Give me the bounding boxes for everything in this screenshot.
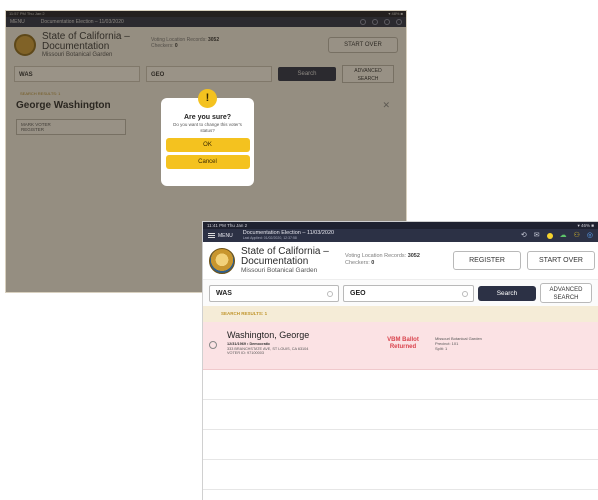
voter-result-row[interactable]: Washington, George 12/31/1969 • Democrat… xyxy=(203,322,598,370)
voter-name: Washington, George xyxy=(227,330,310,340)
first-name-value: GEO xyxy=(350,289,366,297)
menu-button[interactable]: MENU xyxy=(208,233,233,239)
ok-button[interactable]: OK xyxy=(165,138,250,152)
ballot-status-1: VBM Ballot xyxy=(387,337,419,343)
notification-icon[interactable] xyxy=(546,232,553,239)
warning-icon: ! xyxy=(198,89,217,108)
composite-screenshot: 11:57 PM Thu Jan 2 ▾ 48% ■ MENU Document… xyxy=(0,0,598,500)
voter-location: Missouri Botanical Garden Precinct: 101 … xyxy=(435,336,482,351)
first-name-input[interactable]: GEO xyxy=(343,284,474,302)
advanced-label-2: SEARCH xyxy=(553,295,579,301)
location-header: State of California – Documentation Miss… xyxy=(203,242,598,280)
status-bar: 11:41 PM Thu Jan 2 ▾ 46% ■ xyxy=(203,222,598,229)
ballot-status-2: Returned xyxy=(389,344,417,350)
checkins-label: Checkers: xyxy=(345,260,370,266)
search-results-screenshot: 11:41 PM Thu Jan 2 ▾ 46% ■ MENU Document… xyxy=(202,221,598,500)
last-name-value: WAS xyxy=(216,289,232,297)
search-results-count: SEARCH RESULTS: 1 xyxy=(203,306,598,322)
cloud-upload-icon[interactable]: ☁ xyxy=(560,232,567,239)
hamburger-icon xyxy=(208,233,215,238)
empty-row xyxy=(203,370,598,400)
start-over-button[interactable]: START OVER xyxy=(527,251,595,270)
clear-icon[interactable] xyxy=(462,290,468,297)
voter-details: 12/31/1969 • Democratic 333 BRANCHSTATE … xyxy=(227,342,308,356)
status-battery: ▾ 46% ■ xyxy=(577,223,594,228)
election-title: Documentation Election – 11/03/2020 xyxy=(242,229,335,236)
org-title-2: Documentation xyxy=(241,255,309,267)
empty-row xyxy=(203,430,598,460)
election-block: Documentation Election – 11/03/2020 Last… xyxy=(242,229,335,241)
advanced-label-1: ADVANCED xyxy=(549,287,583,293)
toolbar-icons: ⟲ ✉ ☁ ⚇ ◎ xyxy=(521,232,593,239)
select-radio[interactable] xyxy=(209,341,217,349)
last-name-input[interactable]: WAS xyxy=(209,284,339,302)
search-button[interactable]: Search xyxy=(478,285,536,301)
ballot-status-badge: VBM Ballot Returned xyxy=(381,337,425,351)
voter-dob-party: 12/31/1969 • Democratic xyxy=(227,342,271,346)
users-icon[interactable]: ⚇ xyxy=(574,232,580,239)
state-seal-icon xyxy=(209,247,235,274)
empty-row xyxy=(203,400,598,430)
org-block: State of California – Documentation Miss… xyxy=(241,245,329,275)
voting-location-stats: Voting Location Records: 3052 Checkers: … xyxy=(345,253,420,267)
sync-icon[interactable]: ⟲ xyxy=(521,232,527,239)
dialog-title: Are you sure? xyxy=(183,114,232,121)
empty-row xyxy=(203,460,598,490)
records-value: 3052 xyxy=(407,253,420,259)
advanced-search-button[interactable]: ADVANCED SEARCH xyxy=(540,283,592,303)
dialog-message: Do you want to change this voter's statu… xyxy=(173,122,242,133)
last-synced: Last Applied: 01/02/2020, 12:37:58 xyxy=(242,236,297,241)
settings-icon[interactable]: ◎ xyxy=(587,232,593,239)
records-label: Voting Location Records: xyxy=(345,253,407,259)
confirm-dialog: ! Are you sure? Do you want to change th… xyxy=(161,89,254,186)
cancel-button[interactable]: Cancel xyxy=(165,155,250,169)
voter-id: VOTER ID: 97100003 xyxy=(227,351,264,356)
top-bar: MENU Documentation Election – 11/03/2020… xyxy=(203,229,598,242)
clear-icon[interactable] xyxy=(327,290,333,297)
menu-label: MENU xyxy=(218,232,233,239)
search-row: WAS GEO Search ADVANCED SEARCH xyxy=(203,280,598,306)
org-subtitle: Missouri Botanical Garden xyxy=(241,266,318,274)
split: Split: 1 xyxy=(435,346,448,351)
register-button[interactable]: REGISTER xyxy=(453,251,521,270)
org-title-1: State of California – xyxy=(241,245,329,257)
checkins-value: 0 xyxy=(371,260,375,266)
mail-icon[interactable]: ✉ xyxy=(534,232,540,239)
status-time: 11:41 PM Thu Jan 2 xyxy=(207,223,248,228)
